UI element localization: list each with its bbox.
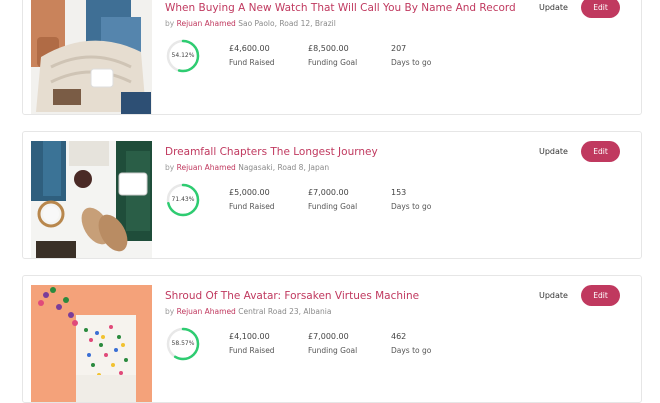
author-link[interactable]: Rejuan Ahamed — [177, 163, 236, 172]
location-text: Nagasaki, Road 8, Japan — [238, 163, 330, 172]
fund-raised-label: Fund Raised — [229, 346, 275, 355]
funding-goal-value: £7,000.00 — [308, 332, 349, 341]
campaign-image[interactable] — [31, 0, 152, 114]
location-text: Central Road 23, Albania — [238, 307, 332, 316]
days-to-go-value: 153 — [391, 188, 407, 197]
edit-button[interactable]: Edit — [581, 285, 620, 306]
progress-ring: 54.12% — [165, 38, 201, 74]
days-to-go-stat: 153 Days to go — [391, 188, 431, 211]
by-label: by — [165, 163, 175, 172]
campaign-meta: by Rejuan Ahamed Central Road 23, Albani… — [165, 307, 331, 316]
location-text: Sao Paolo, Road 12, Brazil — [238, 19, 336, 28]
campaign-card: Shroud Of The Avatar: Forsaken Virtues M… — [22, 275, 642, 403]
progress-ring: 58.57% — [165, 326, 201, 362]
funding-goal-stat: £7,000.00 Funding Goal — [308, 188, 357, 211]
update-button[interactable]: Update — [539, 291, 568, 300]
campaign-title[interactable]: Dreamfall Chapters The Longest Journey — [165, 146, 378, 158]
days-to-go-stat: 207 Days to go — [391, 44, 431, 67]
funding-goal-label: Funding Goal — [308, 202, 358, 211]
campaign-image[interactable] — [31, 141, 152, 258]
funding-goal-value: £8,500.00 — [308, 44, 349, 53]
funding-goal-stat: £8,500.00 Funding Goal — [308, 44, 357, 67]
campaign-title[interactable]: Shroud Of The Avatar: Forsaken Virtues M… — [165, 290, 419, 302]
edit-button[interactable]: Edit — [581, 141, 620, 162]
campaign-meta: by Rejuan Ahamed Nagasaki, Road 8, Japan — [165, 163, 329, 172]
days-to-go-label: Days to go — [391, 202, 432, 211]
fund-raised-stat: £4,600.00 Fund Raised — [229, 44, 275, 67]
fund-raised-value: £5,000.00 — [229, 188, 270, 197]
progress-percent: 54.12% — [171, 52, 195, 59]
funding-goal-label: Funding Goal — [308, 346, 358, 355]
by-label: by — [165, 307, 175, 316]
author-link[interactable]: Rejuan Ahamed — [177, 19, 236, 28]
campaign-card: Dreamfall Chapters The Longest Journey b… — [22, 131, 642, 259]
edit-button[interactable]: Edit — [581, 0, 620, 18]
campaign-meta: by Rejuan Ahamed Sao Paolo, Road 12, Bra… — [165, 19, 336, 28]
progress-percent: 71.43% — [171, 196, 195, 203]
campaign-title[interactable]: When Buying A New Watch That Will Call Y… — [165, 2, 516, 14]
days-to-go-value: 462 — [391, 332, 407, 341]
funding-goal-label: Funding Goal — [308, 58, 358, 67]
author-link[interactable]: Rejuan Ahamed — [177, 307, 236, 316]
fund-raised-stat: £4,100.00 Fund Raised — [229, 332, 275, 355]
update-button[interactable]: Update — [539, 147, 568, 156]
fund-raised-stat: £5,000.00 Fund Raised — [229, 188, 275, 211]
fund-raised-value: £4,600.00 — [229, 44, 270, 53]
days-to-go-label: Days to go — [391, 58, 432, 67]
days-to-go-label: Days to go — [391, 346, 432, 355]
fund-raised-label: Fund Raised — [229, 202, 275, 211]
funding-goal-stat: £7,000.00 Funding Goal — [308, 332, 357, 355]
fund-raised-value: £4,100.00 — [229, 332, 270, 341]
update-button[interactable]: Update — [539, 3, 568, 12]
progress-percent: 58.57% — [171, 340, 195, 347]
fund-raised-label: Fund Raised — [229, 58, 275, 67]
by-label: by — [165, 19, 175, 28]
campaign-card: When Buying A New Watch That Will Call Y… — [22, 0, 642, 115]
days-to-go-stat: 462 Days to go — [391, 332, 431, 355]
funding-goal-value: £7,000.00 — [308, 188, 349, 197]
days-to-go-value: 207 — [391, 44, 407, 53]
progress-ring: 71.43% — [165, 182, 201, 218]
campaign-image[interactable] — [31, 285, 152, 402]
